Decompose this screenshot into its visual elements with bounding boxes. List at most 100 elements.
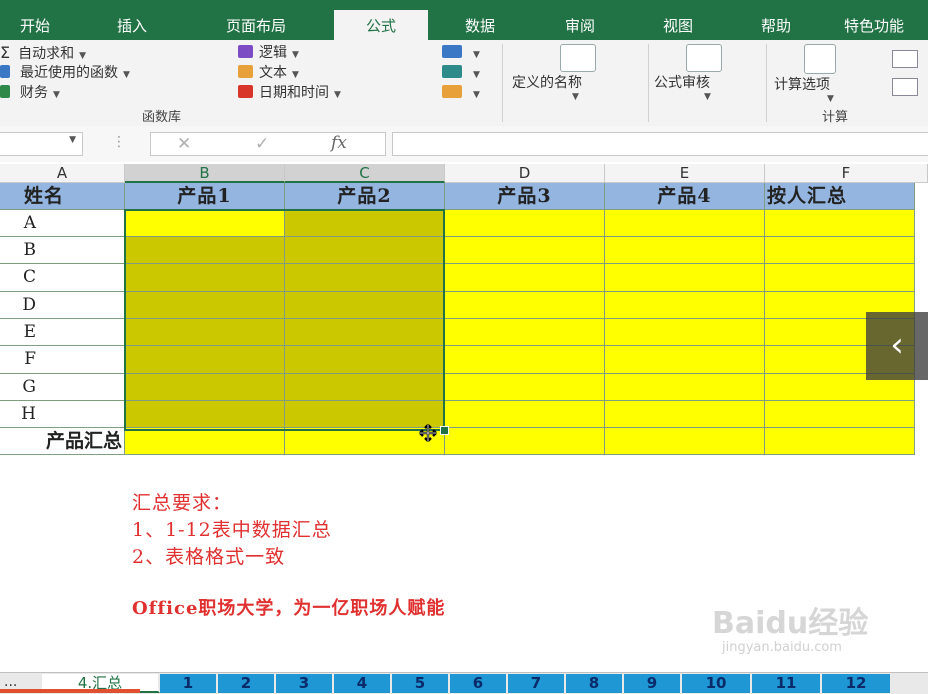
table-header-cell[interactable]: 产品3 <box>445 183 605 210</box>
selected-data-cell[interactable] <box>285 210 445 237</box>
data-cell[interactable] <box>445 346 605 374</box>
formula-input[interactable] <box>392 132 928 156</box>
data-cell[interactable] <box>605 319 765 346</box>
total-cell[interactable] <box>765 428 915 455</box>
sheet-tab-number[interactable]: 4 <box>334 674 392 693</box>
selected-data-cell[interactable] <box>285 264 445 292</box>
sheet-tab-number[interactable]: 9 <box>624 674 682 693</box>
sheet-tab-number[interactable]: 12 <box>822 674 892 693</box>
sheet-tab-number[interactable]: 6 <box>450 674 508 693</box>
tab-special-features[interactable]: 特色功能 <box>834 12 928 40</box>
formula-audit-button[interactable]: 公式审核 ▼ <box>654 42 764 102</box>
tab-home[interactable]: 开始 <box>0 12 70 40</box>
selected-data-cell[interactable] <box>125 210 285 237</box>
row-name-cell[interactable]: A <box>0 210 125 237</box>
insert-function-icon[interactable]: fx <box>331 133 347 153</box>
data-cell[interactable] <box>445 292 605 319</box>
selected-data-cell[interactable] <box>285 292 445 319</box>
data-cell[interactable] <box>605 237 765 264</box>
sheet-tab-number[interactable]: 1 <box>160 674 218 693</box>
total-row-label[interactable]: 产品汇总 <box>0 428 125 455</box>
data-cell[interactable] <box>445 237 605 264</box>
row-name-cell[interactable]: D <box>0 292 125 319</box>
text-button[interactable]: 文本 ▼ <box>238 63 299 83</box>
sheet-tab-number[interactable]: 8 <box>566 674 624 693</box>
data-cell[interactable] <box>605 374 765 401</box>
enter-icon[interactable]: ✓ <box>255 134 269 154</box>
tab-insert[interactable]: 插入 <box>90 12 174 40</box>
selected-data-cell[interactable] <box>125 401 285 428</box>
data-cell[interactable] <box>765 237 915 264</box>
calc-now-button[interactable] <box>892 50 918 68</box>
sheet-tab-number[interactable]: 10 <box>682 674 752 693</box>
cancel-icon[interactable]: ✕ <box>177 134 191 154</box>
row-name-cell[interactable]: B <box>0 237 125 264</box>
data-cell[interactable] <box>605 210 765 237</box>
sheet-tab-number[interactable]: 7 <box>508 674 566 693</box>
table-header-cell[interactable]: 产品4 <box>605 183 765 210</box>
lookup-button[interactable]: ▼ <box>442 43 480 63</box>
name-box[interactable]: ▼ <box>0 132 83 156</box>
selected-data-cell[interactable] <box>125 346 285 374</box>
selected-data-cell[interactable] <box>125 374 285 401</box>
row-name-cell[interactable]: G <box>0 374 125 401</box>
data-cell[interactable] <box>765 210 915 237</box>
defined-names-button[interactable]: 定义的名称 ▼ <box>512 42 644 102</box>
selected-data-cell[interactable] <box>285 346 445 374</box>
data-cell[interactable] <box>445 319 605 346</box>
tab-help[interactable]: 帮助 <box>734 12 818 40</box>
table-header-cell[interactable]: 产品1 <box>125 183 285 210</box>
row-name-cell[interactable]: F <box>0 346 125 374</box>
table-header-cell[interactable]: 按人汇总 <box>765 183 915 210</box>
math-button[interactable]: ▼ <box>442 63 480 83</box>
calc-sheet-button[interactable] <box>892 78 918 96</box>
selected-data-cell[interactable] <box>285 319 445 346</box>
prev-arrow-button[interactable]: ‹ <box>866 312 928 380</box>
data-cell[interactable] <box>605 292 765 319</box>
total-cell[interactable] <box>445 428 605 455</box>
row-name-cell[interactable]: C <box>0 264 125 292</box>
data-cell[interactable] <box>765 264 915 292</box>
table-header-cell[interactable]: 姓名 <box>0 183 125 210</box>
data-cell[interactable] <box>445 264 605 292</box>
finance-button[interactable]: 财务 ▼ <box>0 83 60 103</box>
sheet-tabs-more[interactable]: ... <box>4 674 17 690</box>
data-cell[interactable] <box>445 401 605 428</box>
autosum-button[interactable]: Σ 自动求和 ▼ <box>0 43 86 63</box>
data-cell[interactable] <box>765 401 915 428</box>
data-cell[interactable] <box>445 210 605 237</box>
selected-data-cell[interactable] <box>125 237 285 264</box>
tab-review[interactable]: 审阅 <box>538 12 622 40</box>
data-cell[interactable] <box>445 374 605 401</box>
recent-functions-button[interactable]: 最近使用的函数 ▼ <box>0 63 130 83</box>
logic-button[interactable]: 逻辑 ▼ <box>238 43 299 63</box>
total-cell[interactable] <box>125 428 285 455</box>
column-header-b[interactable]: B <box>125 164 285 183</box>
calc-options-button[interactable]: 计算选项 ▼ <box>774 42 884 104</box>
total-cell[interactable] <box>605 428 765 455</box>
column-header-f[interactable]: F <box>765 164 928 183</box>
sheet-tab-number[interactable]: 3 <box>276 674 334 693</box>
datetime-button[interactable]: 日期和时间 ▼ <box>238 83 341 103</box>
data-cell[interactable] <box>605 346 765 374</box>
more-functions-button[interactable]: ▼ <box>442 83 480 103</box>
column-header-d[interactable]: D <box>445 164 605 183</box>
column-header-e[interactable]: E <box>605 164 765 183</box>
row-name-cell[interactable]: H <box>0 401 125 428</box>
column-header-a[interactable]: A <box>0 164 125 183</box>
row-name-cell[interactable]: E <box>0 319 125 346</box>
selected-data-cell[interactable] <box>125 292 285 319</box>
selected-data-cell[interactable] <box>285 374 445 401</box>
sheet-tab-number[interactable]: 11 <box>752 674 822 693</box>
table-header-cell[interactable]: 产品2 <box>285 183 445 210</box>
tab-page-layout[interactable]: 页面布局 <box>196 12 316 40</box>
selected-data-cell[interactable] <box>125 264 285 292</box>
selected-data-cell[interactable] <box>285 237 445 264</box>
data-cell[interactable] <box>605 401 765 428</box>
tab-data[interactable]: 数据 <box>438 12 522 40</box>
sheet-tab-number[interactable]: 2 <box>218 674 276 693</box>
tab-formulas[interactable]: 公式 <box>334 10 428 40</box>
fill-handle[interactable] <box>440 426 449 435</box>
tab-view[interactable]: 视图 <box>636 12 720 40</box>
sheet-tab-number[interactable]: 5 <box>392 674 450 693</box>
